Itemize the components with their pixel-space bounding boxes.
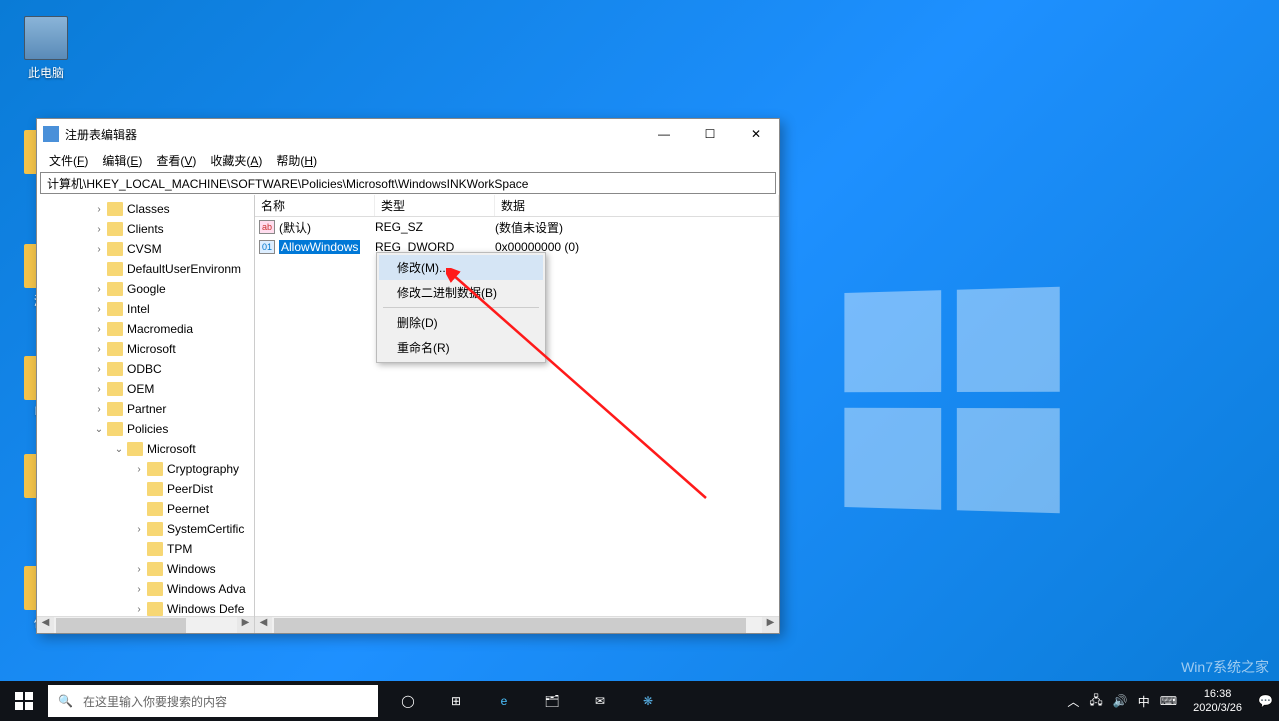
start-button[interactable] bbox=[0, 681, 48, 721]
context-menu: 修改(M)...修改二进制数据(B) 删除(D)重命名(R) bbox=[376, 252, 546, 363]
minimize-button[interactable]: — bbox=[641, 119, 687, 149]
col-data[interactable]: 数据 bbox=[495, 195, 779, 216]
tree-node[interactable]: ›Windows Adva bbox=[37, 579, 254, 599]
tree-node[interactable]: ›Cryptography bbox=[37, 459, 254, 479]
keyboard-icon[interactable]: ⌨ bbox=[1160, 694, 1177, 708]
tree-node[interactable]: ›Microsoft bbox=[37, 339, 254, 359]
ctx-item[interactable]: 重命名(R) bbox=[379, 335, 543, 360]
tree-hscroll[interactable]: ◀▶ bbox=[37, 616, 254, 633]
address-bar[interactable]: 计算机\HKEY_LOCAL_MACHINE\SOFTWARE\Policies… bbox=[40, 172, 776, 194]
tree-node[interactable]: ›Windows bbox=[37, 559, 254, 579]
network-icon[interactable]: 🖧 bbox=[1089, 691, 1102, 712]
tree-node[interactable]: ›Macromedia bbox=[37, 319, 254, 339]
menu-e[interactable]: 编辑(E) bbox=[96, 150, 148, 171]
tree-node[interactable]: ⌄Microsoft bbox=[37, 439, 254, 459]
menu-a[interactable]: 收藏夹(A) bbox=[204, 150, 268, 171]
tree-node[interactable]: ›OEM bbox=[37, 379, 254, 399]
tree-node[interactable]: ›Google bbox=[37, 279, 254, 299]
search-box[interactable]: 🔍 在这里输入你要搜索的内容 bbox=[48, 685, 378, 717]
app-icon[interactable]: ❋ bbox=[624, 681, 672, 721]
tree-node[interactable]: Peernet bbox=[37, 499, 254, 519]
desktop-icon-此电脑[interactable]: 此电脑 bbox=[16, 16, 76, 81]
titlebar[interactable]: 注册表编辑器 — ☐ ✕ bbox=[37, 119, 779, 149]
tree-node[interactable]: ›CVSM bbox=[37, 239, 254, 259]
menu-f[interactable]: 文件(F) bbox=[43, 150, 94, 171]
col-name[interactable]: 名称 bbox=[255, 195, 375, 216]
tree-node[interactable]: ›Intel bbox=[37, 299, 254, 319]
windows-logo-bg bbox=[844, 287, 1059, 513]
windows-icon bbox=[15, 692, 33, 710]
search-icon: 🔍 bbox=[58, 694, 73, 708]
clock[interactable]: 16:38 2020/3/26 bbox=[1187, 687, 1248, 715]
value-row[interactable]: ab(默认)REG_SZ(数值未设置) bbox=[255, 217, 779, 237]
mail-icon[interactable]: ✉ bbox=[576, 681, 624, 721]
system-tray: ︿ 🖧 🔊 中 ⌨ 16:38 2020/3/26 💬 bbox=[1067, 687, 1279, 715]
list-hscroll[interactable]: ◀▶ bbox=[255, 616, 779, 633]
edge-icon[interactable]: e bbox=[480, 681, 528, 721]
explorer-icon[interactable]: 🗂 bbox=[528, 681, 576, 721]
volume-icon[interactable]: 🔊 bbox=[1113, 694, 1128, 708]
maximize-button[interactable]: ☐ bbox=[687, 119, 733, 149]
menu-v[interactable]: 查看(V) bbox=[150, 150, 202, 171]
regedit-icon bbox=[43, 126, 59, 142]
tree-node[interactable]: ⌄Policies bbox=[37, 419, 254, 439]
tree-node[interactable]: ›ODBC bbox=[37, 359, 254, 379]
window-title: 注册表编辑器 bbox=[65, 126, 641, 143]
ctx-item[interactable]: 修改(M)... bbox=[379, 255, 543, 280]
tree-node[interactable]: PeerDist bbox=[37, 479, 254, 499]
watermark: Win7系统之家 bbox=[1181, 657, 1269, 677]
notifications-icon[interactable]: 💬 bbox=[1258, 694, 1273, 708]
tray-chevron-icon[interactable]: ︿ bbox=[1067, 693, 1079, 710]
tree-node[interactable]: ›Partner bbox=[37, 399, 254, 419]
tree-node[interactable]: ›Clients bbox=[37, 219, 254, 239]
menubar: 文件(F)编辑(E)查看(V)收藏夹(A)帮助(H) bbox=[37, 149, 779, 171]
tree-node[interactable]: ›SystemCertific bbox=[37, 519, 254, 539]
tree-pane[interactable]: ›Classes›Clients›CVSMDefaultUserEnvironm… bbox=[37, 195, 255, 633]
tree-node[interactable]: DefaultUserEnvironm bbox=[37, 259, 254, 279]
ime-indicator[interactable]: 中 bbox=[1138, 693, 1150, 710]
menu-h[interactable]: 帮助(H) bbox=[270, 150, 323, 171]
ctx-item[interactable]: 删除(D) bbox=[379, 310, 543, 335]
search-placeholder: 在这里输入你要搜索的内容 bbox=[83, 693, 227, 710]
close-button[interactable]: ✕ bbox=[733, 119, 779, 149]
cortana-icon[interactable]: ◯ bbox=[384, 681, 432, 721]
list-header[interactable]: 名称 类型 数据 bbox=[255, 195, 779, 217]
ctx-item[interactable]: 修改二进制数据(B) bbox=[379, 280, 543, 305]
col-type[interactable]: 类型 bbox=[375, 195, 495, 216]
tree-node[interactable]: ›Classes bbox=[37, 199, 254, 219]
taskbar: 🔍 在这里输入你要搜索的内容 ◯ ⊞ e 🗂 ✉ ❋ ︿ 🖧 🔊 中 ⌨ 16:… bbox=[0, 681, 1279, 721]
tree-node[interactable]: TPM bbox=[37, 539, 254, 559]
taskview-icon[interactable]: ⊞ bbox=[432, 681, 480, 721]
regedit-window: 注册表编辑器 — ☐ ✕ 文件(F)编辑(E)查看(V)收藏夹(A)帮助(H) … bbox=[36, 118, 780, 634]
